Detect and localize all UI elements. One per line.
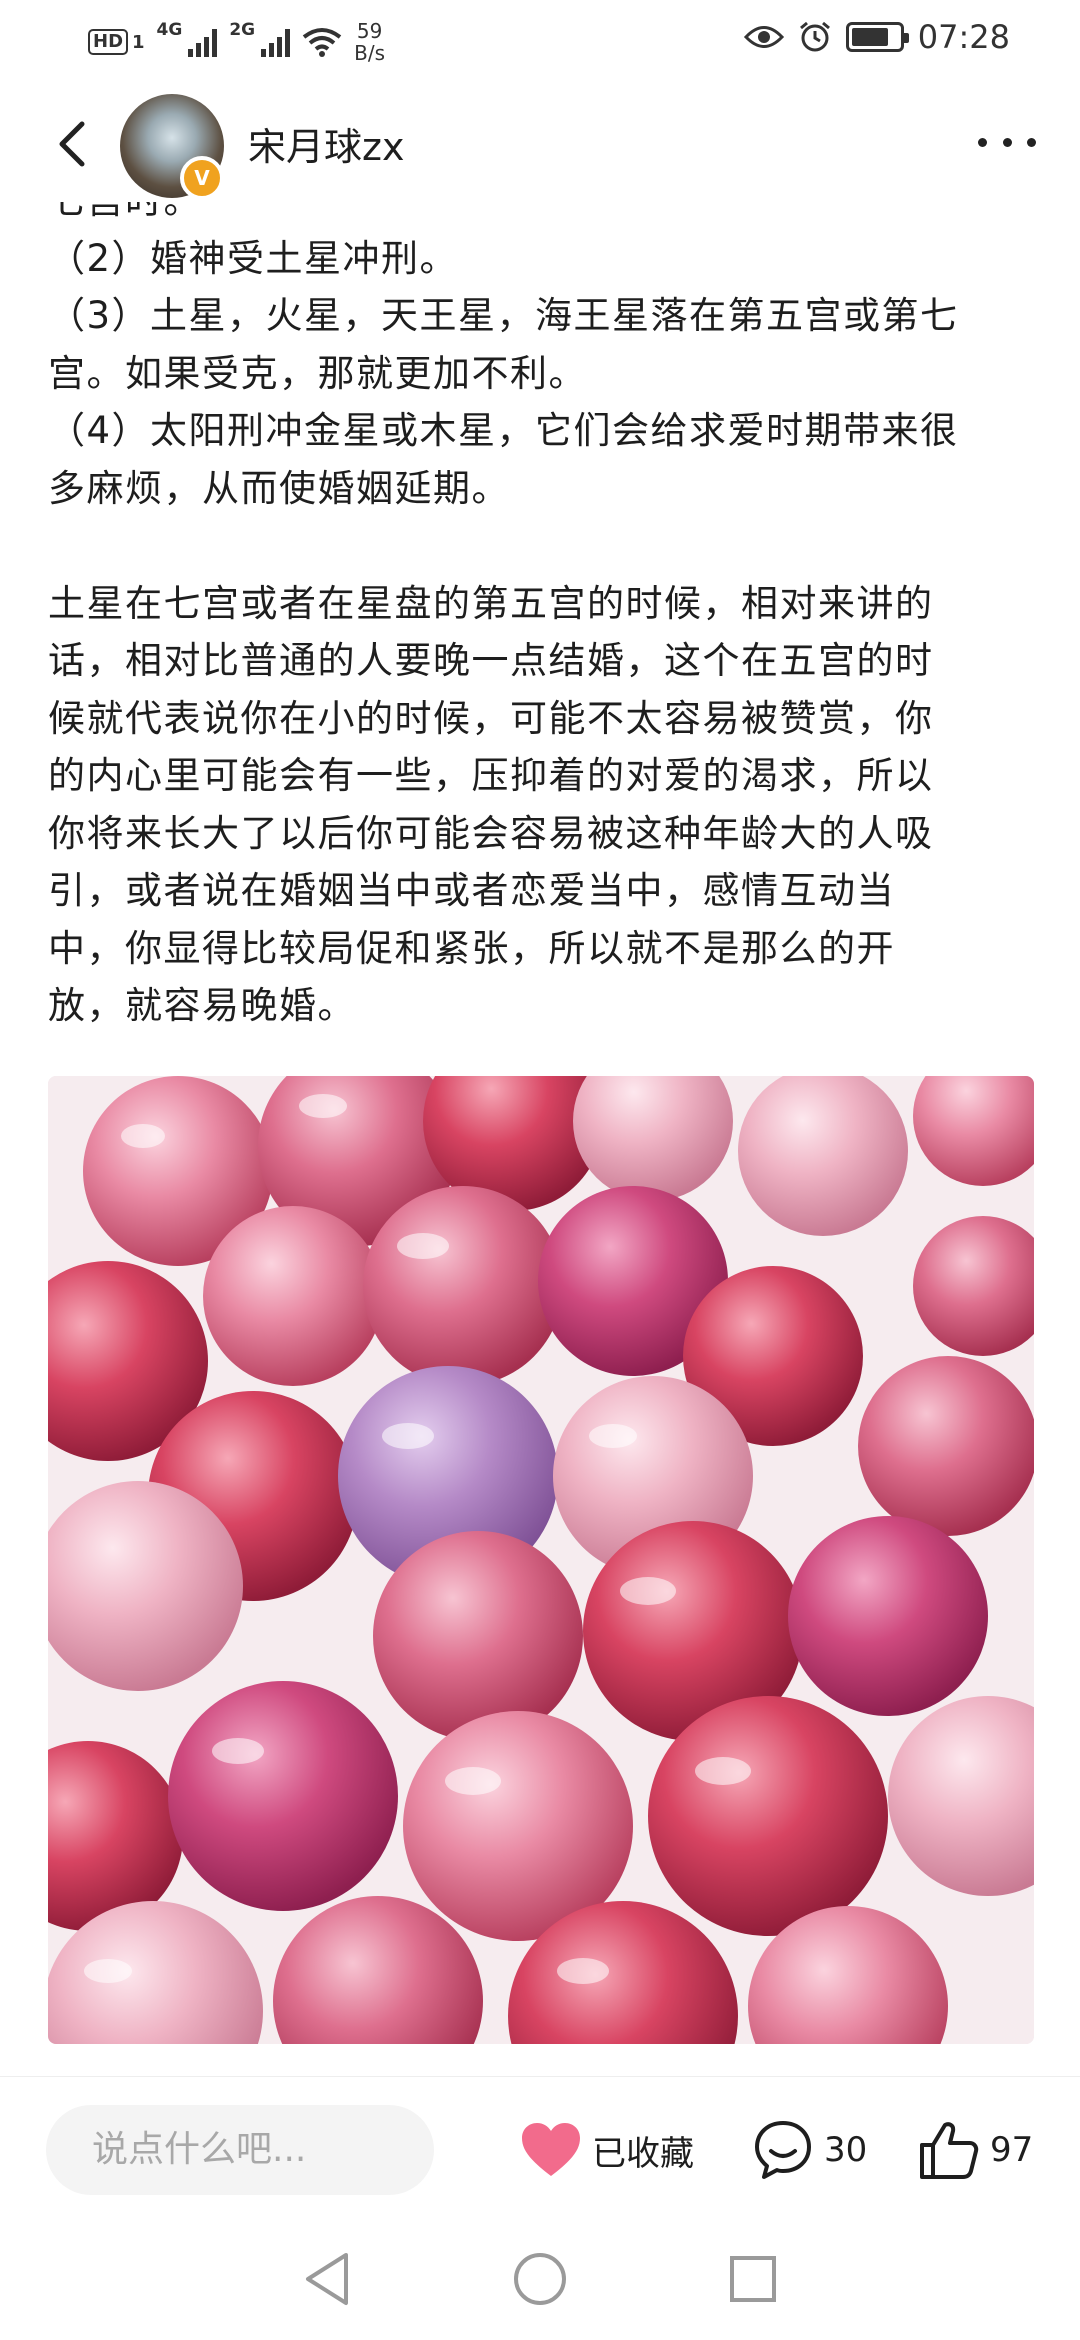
sim-indicator: 1	[132, 31, 145, 53]
like-count: 97	[990, 2130, 1034, 2170]
text-line: 土星在七宫或者在星盘的第五宫的时候，相对来讲的	[48, 581, 934, 625]
text-line: 候就代表说你在小的时候，可能不太容易被赞赏，你	[48, 696, 934, 740]
text-line: 的内心里可能会有一些，压抑着的对爱的渴求，所以	[48, 754, 934, 797]
text-line: （3）土星，火星，天王星，海王星落在第五宫或第七	[48, 294, 959, 337]
comment-input[interactable]: 说点什么吧...	[46, 2105, 434, 2195]
back-button[interactable]	[44, 114, 104, 174]
status-right: 07:28	[743, 18, 1010, 56]
status-left: HD 1 4G 2G 59 B/s	[88, 20, 385, 64]
text-line: 中，你显得比较局促和紧张，所以就不是那么的开	[48, 926, 895, 970]
nav-home-icon[interactable]	[512, 2251, 568, 2307]
eye-icon	[743, 26, 784, 48]
like-button[interactable]: 97	[918, 2113, 1033, 2187]
text-line: （2）婚神受土星冲刑。	[48, 236, 459, 280]
crystal-spheres-image	[48, 1076, 1034, 2044]
text-line: 引，或者说在婚姻当中或者恋爱当中，感情互动当	[48, 869, 895, 912]
nav-recents-icon[interactable]	[728, 2254, 778, 2304]
nav-back-icon[interactable]	[302, 2251, 352, 2307]
signal-icon	[261, 27, 291, 57]
text-line: （4）太阳刑冲金星或木星，它们会给求爱时期带来很	[48, 409, 959, 452]
network-speed-unit: B/s	[354, 41, 386, 65]
favorite-label: 已收藏	[592, 2133, 694, 2174]
more-icon	[1002, 137, 1012, 147]
more-icon	[1027, 137, 1036, 147]
comment-icon	[755, 2121, 811, 2179]
more-button[interactable]	[972, 122, 1042, 162]
system-nav-bar	[0, 2218, 1080, 2340]
network-type-2g: 2G	[229, 20, 256, 40]
text-line: 你将来长大了以后你可能会容易被这种年龄大的人吸	[48, 811, 934, 855]
heart-icon	[522, 2123, 580, 2176]
text-line: 多麻烦，从而使婚姻延期。	[48, 466, 510, 510]
alarm-icon	[799, 21, 830, 52]
verified-badge: V	[180, 156, 224, 200]
text-line: 话，相对比普通的人要晚一点结婚，这个在五宫的时	[48, 639, 934, 682]
comment-button[interactable]: 30	[752, 2113, 867, 2187]
post-content: 七宫时。 （2）婚神受土星冲刑。 （3）土星，火星，天王星，海王星落在第五宫或第…	[48, 202, 1038, 2060]
network-type-4g: 4G	[156, 20, 183, 40]
hd-indicator: HD	[88, 29, 129, 55]
battery-icon	[845, 22, 909, 52]
wifi-icon	[302, 28, 342, 57]
more-icon	[978, 137, 987, 147]
comment-count: 30	[824, 2130, 868, 2170]
network-speed-value: 59	[356, 19, 383, 43]
back-arrow-icon	[59, 121, 85, 167]
signal-icon	[188, 27, 218, 57]
post-photo[interactable]	[48, 1076, 1034, 2044]
post-body-text: 七宫时。 （2）婚神受土星冲刑。 （3）土星，火星，天王星，海王星落在第五宫或第…	[48, 202, 1038, 1035]
network-speed: 59 B/s	[354, 20, 385, 64]
text-line: 放，就容易晚婚。	[48, 984, 356, 1027]
thumbs-up-icon	[920, 2122, 979, 2179]
post-header: V 宋月球zx	[0, 86, 1080, 202]
author-name[interactable]: 宋月球zx	[248, 116, 404, 171]
text-line: 七宫时。	[48, 202, 1038, 230]
text-line: 宫。如果受克，那就更加不利。	[48, 351, 587, 395]
clock: 07:28	[917, 18, 1010, 56]
status-bar: HD 1 4G 2G 59 B/s 07:28	[0, 0, 1080, 80]
action-bar: 说点什么吧... 已收藏 30 97	[0, 2076, 1080, 2218]
favorite-button[interactable]: 已收藏	[520, 2113, 694, 2187]
